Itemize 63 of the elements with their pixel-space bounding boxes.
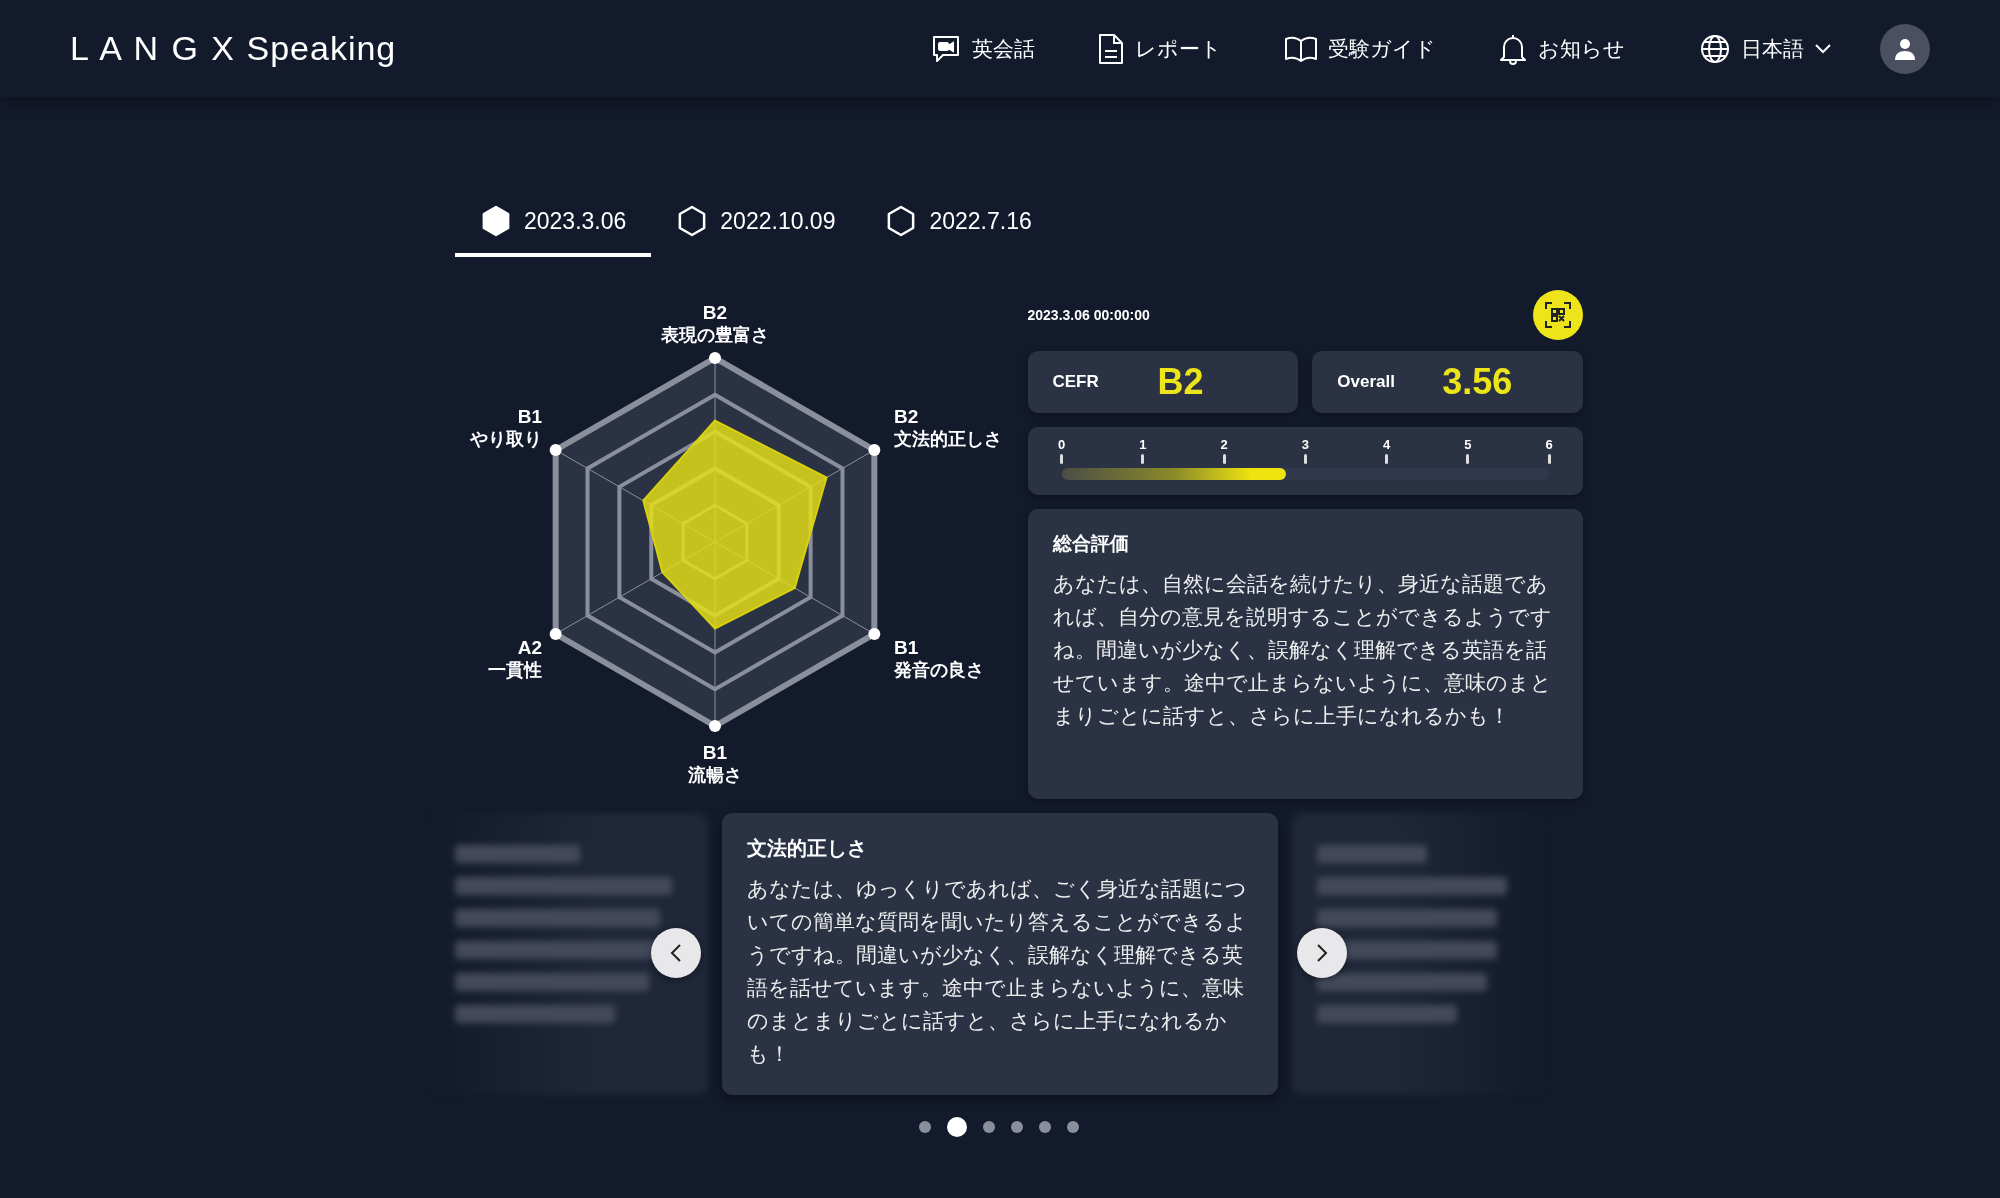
pagination-dot[interactable] <box>1067 1121 1079 1133</box>
axis-level: B1 <box>894 636 919 659</box>
axis-level: B2 <box>702 301 728 324</box>
qr-scan-icon <box>1545 302 1571 328</box>
scale-tick-label: 4 <box>1382 437 1391 452</box>
globe-icon <box>1699 32 1731 65</box>
overall-value: 3.56 <box>1442 361 1513 403</box>
avatar-button[interactable] <box>1880 23 1930 74</box>
nav-link[interactable]: 受験ガイド <box>1284 34 1436 63</box>
axis-point <box>549 628 562 640</box>
axis-point <box>868 628 881 640</box>
user-icon <box>1893 36 1917 61</box>
pagination-dot[interactable] <box>919 1121 931 1133</box>
date-tab[interactable]: 2022.7.16 <box>860 205 1057 257</box>
overall-label: Overall <box>1337 372 1396 392</box>
axis-point <box>868 444 881 456</box>
logo[interactable]: L A N G X Speaking <box>70 29 397 68</box>
hexagon-icon <box>480 205 512 237</box>
pagination-dot[interactable] <box>947 1117 967 1137</box>
feedback-title: 文法的正しさ <box>747 836 868 861</box>
scale-tick-label: 0 <box>1057 437 1066 452</box>
pagination-dot[interactable] <box>1011 1121 1023 1133</box>
document-icon <box>1097 32 1125 65</box>
scale-tick-label: 6 <box>1545 437 1553 452</box>
axis-level: B1 <box>517 405 542 428</box>
cefr-value: B2 <box>1157 361 1204 403</box>
axis-label: やり取り <box>470 428 542 451</box>
axis-point <box>709 352 721 364</box>
axis-level: A2 <box>517 636 542 659</box>
axis-label: 発音の良さ <box>894 659 984 682</box>
cefr-label: CEFR <box>1052 372 1100 392</box>
axis-label: 一貫性 <box>488 659 542 682</box>
scale-tick-label: 3 <box>1301 437 1309 452</box>
chevron-right-icon <box>1316 943 1328 963</box>
axis-point <box>549 444 562 456</box>
axis-level: B2 <box>894 405 919 428</box>
axis-level: B1 <box>702 741 728 764</box>
language-selector[interactable]: 日本語 <box>1699 32 1832 65</box>
axis-label: 流暢さ <box>688 764 742 787</box>
feedback-text: あなたは、ゆっくりであれば、ごく身近な話題についての簡単な質問を聞いたり答えることができるようですね。間違いが少なく、誤解なく理解できる英語を話せています。途中で止まらないように、意味のまとまりごとに話すと、さらに上手になれるかも！ <box>747 876 1248 1067</box>
pagination-dot[interactable] <box>983 1121 995 1133</box>
axis-point <box>709 720 721 732</box>
axis-label: 文法的正しさ <box>894 428 1002 451</box>
test-datetime: 2023.3.06 00:00:00 <box>1027 307 1150 323</box>
axis-label: 表現の豊富さ <box>661 324 769 347</box>
bell-icon <box>1498 32 1528 65</box>
previous-button[interactable] <box>651 928 701 978</box>
scale-tick-label: 5 <box>1464 437 1472 452</box>
nav-link[interactable]: お知らせ <box>1498 32 1625 65</box>
date-tab[interactable]: 2023.3.06 <box>455 205 652 257</box>
scale-tick-label: 2 <box>1220 437 1228 452</box>
summary-title: 総合評価 <box>1052 532 1130 556</box>
scale-tick-label: 1 <box>1139 437 1147 452</box>
summary-text: あなたは、自然に会話を続けたり、身近な話題であれば、自分の意見を説明することができるようですね。間違いが少なく、誤解なく理解できる英語を話せています。途中で止まらないように、意味のまとまりごとに話すと、さらに上手になれるかも！ <box>1052 571 1553 729</box>
nav-link[interactable]: 英会話 <box>930 32 1035 65</box>
chevron-down-icon <box>1814 42 1832 55</box>
book-icon <box>1284 34 1318 63</box>
chevron-left-icon <box>670 943 682 963</box>
pagination-dot[interactable] <box>1039 1121 1051 1133</box>
next-button[interactable] <box>1297 928 1347 978</box>
nav-link[interactable]: レポート <box>1097 32 1222 65</box>
date-tab[interactable]: 2022.10.09 <box>651 205 861 257</box>
qr-code-button[interactable] <box>1533 290 1583 340</box>
